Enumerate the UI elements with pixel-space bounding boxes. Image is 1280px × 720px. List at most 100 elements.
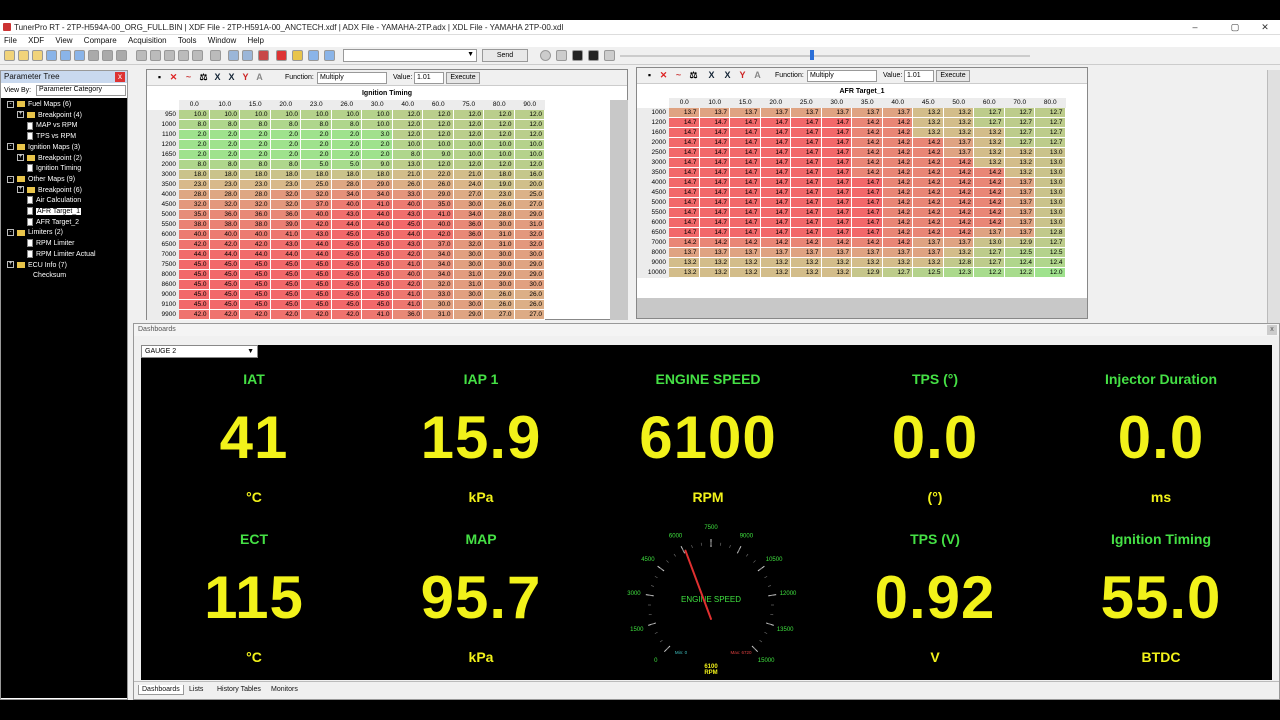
table-cell[interactable]: 13.7 <box>730 108 761 118</box>
table-cell[interactable]: 37.0 <box>423 240 454 250</box>
table-cell[interactable]: 14.7 <box>669 168 700 178</box>
table-cell[interactable]: 40.0 <box>240 230 271 240</box>
table-cell[interactable]: 29.0 <box>514 270 545 280</box>
column-header[interactable]: 90.0 <box>514 100 545 110</box>
table-cell[interactable]: 45.0 <box>331 270 362 280</box>
row-header[interactable]: 1000 <box>637 108 669 118</box>
table-cell[interactable]: 45.0 <box>331 260 362 270</box>
scale-icon[interactable]: ⚖ <box>689 71 698 80</box>
table-cell[interactable]: 16.0 <box>514 170 545 180</box>
table-cell[interactable]: 10.0 <box>179 110 210 120</box>
expand-toggle-icon[interactable]: - <box>7 100 14 108</box>
table-cell[interactable]: 30.0 <box>453 260 484 270</box>
table-cell[interactable]: 14.7 <box>760 198 791 208</box>
row-header[interactable]: 7000 <box>637 238 669 248</box>
table-cell[interactable]: 43.0 <box>270 240 301 250</box>
table-cell[interactable]: 2.0 <box>331 140 362 150</box>
folder-log-icon[interactable] <box>292 50 303 61</box>
table-cell[interactable]: 23.0 <box>209 180 240 190</box>
table-cell[interactable]: 42.0 <box>270 310 301 320</box>
row-header[interactable]: 4000 <box>147 190 179 200</box>
table-cell[interactable]: 12.7 <box>1035 138 1066 148</box>
edit-icon[interactable] <box>116 50 127 61</box>
tab-history-tables[interactable]: History Tables <box>214 685 264 694</box>
table-cell[interactable]: 2.0 <box>301 150 332 160</box>
table-cell[interactable]: 14.7 <box>669 198 700 208</box>
table-cell[interactable]: 14.2 <box>913 218 944 228</box>
table-cell[interactable]: 45.0 <box>362 260 393 270</box>
table-cell[interactable]: 14.7 <box>669 148 700 158</box>
table-cell[interactable]: 2.0 <box>179 150 210 160</box>
table-cell[interactable]: 14.7 <box>821 138 852 148</box>
table-cell[interactable]: 13.2 <box>821 258 852 268</box>
table-cell[interactable]: 14.7 <box>669 138 700 148</box>
table-cell[interactable]: 13.0 <box>392 160 423 170</box>
table-cell[interactable]: 45.0 <box>301 270 332 280</box>
execute-button[interactable]: Execute <box>446 72 480 84</box>
table-cell[interactable]: 13.2 <box>730 268 761 278</box>
table-cell[interactable]: 14.7 <box>852 208 883 218</box>
table-cell[interactable]: 34.0 <box>423 270 454 280</box>
table-cell[interactable]: 14.2 <box>852 168 883 178</box>
table-cell[interactable]: 2.0 <box>179 140 210 150</box>
table-cell[interactable]: 44.0 <box>270 250 301 260</box>
label-icon[interactable]: A <box>255 73 264 82</box>
playback-slider-thumb[interactable] <box>810 50 814 60</box>
chart-icon[interactable] <box>324 50 335 61</box>
table-cell[interactable]: 14.2 <box>913 148 944 158</box>
table-cell[interactable]: 13.2 <box>791 258 822 268</box>
close-button[interactable]: ✕ <box>1250 21 1280 33</box>
table-cell[interactable]: 13.0 <box>1035 178 1066 188</box>
tree-item[interactable]: RPM Limiter <box>17 239 75 249</box>
table-cell[interactable]: 42.0 <box>209 240 240 250</box>
table-cell[interactable]: 2.0 <box>179 130 210 140</box>
table-cell[interactable]: 10.0 <box>301 110 332 120</box>
table-cell[interactable]: 14.2 <box>943 188 974 198</box>
expand-toggle-icon[interactable]: - <box>7 229 14 237</box>
table-cell[interactable]: 14.2 <box>974 218 1005 228</box>
dashboard-icon[interactable] <box>308 50 319 61</box>
table-cell[interactable]: 14.2 <box>943 168 974 178</box>
table-cell[interactable]: 14.7 <box>760 228 791 238</box>
table-cell[interactable]: 14.7 <box>821 128 852 138</box>
table-cell[interactable]: 33.0 <box>392 190 423 200</box>
open-adx-icon[interactable] <box>32 50 43 61</box>
table-cell[interactable]: 13.2 <box>882 258 913 268</box>
tree-item[interactable]: - Ignition Maps (3) <box>7 143 80 153</box>
execute-button[interactable]: Execute <box>936 70 970 82</box>
table-cell[interactable]: 45.0 <box>362 290 393 300</box>
table-cell[interactable]: 10.0 <box>453 140 484 150</box>
table-cell[interactable]: 8.0 <box>392 150 423 160</box>
table-cell[interactable]: 13.2 <box>974 128 1005 138</box>
table-cell[interactable]: 43.0 <box>301 230 332 240</box>
table-cell[interactable]: 14.2 <box>913 228 944 238</box>
table-cell[interactable]: 42.0 <box>179 310 210 320</box>
table-cell[interactable]: 8.0 <box>270 120 301 130</box>
table-cell[interactable]: 36.0 <box>392 310 423 320</box>
table-cell[interactable]: 26.0 <box>514 290 545 300</box>
row-header[interactable]: 1600 <box>637 128 669 138</box>
table-cell[interactable]: 31.0 <box>453 270 484 280</box>
save-xdf-icon[interactable] <box>74 50 85 61</box>
table-cell[interactable]: 14.2 <box>882 138 913 148</box>
table-cell[interactable]: 14.2 <box>760 238 791 248</box>
table-cell[interactable]: 8.0 <box>331 120 362 130</box>
play-icon[interactable] <box>556 50 567 61</box>
table-cell[interactable]: 12.7 <box>1004 138 1035 148</box>
table-cell[interactable]: 14.2 <box>669 238 700 248</box>
table-cell[interactable]: 14.7 <box>699 188 730 198</box>
table-cell[interactable]: 14.7 <box>791 158 822 168</box>
maximize-button[interactable]: ▢ <box>1220 21 1250 33</box>
table-cell[interactable]: 40.0 <box>331 200 362 210</box>
table-cell[interactable]: 14.7 <box>791 118 822 128</box>
table-cell[interactable]: 5.0 <box>301 160 332 170</box>
table-cell[interactable]: 12.0 <box>392 130 423 140</box>
table-cell[interactable]: 30.0 <box>484 260 515 270</box>
table-cell[interactable]: 38.0 <box>240 220 271 230</box>
table-cell[interactable]: 14.7 <box>730 188 761 198</box>
table-cell[interactable]: 8.0 <box>209 160 240 170</box>
function-select[interactable]: Multiply <box>317 72 387 84</box>
table-cell[interactable]: 20.0 <box>514 180 545 190</box>
column-header[interactable]: 35.0 <box>852 98 883 108</box>
table-cell[interactable]: 41.0 <box>392 260 423 270</box>
